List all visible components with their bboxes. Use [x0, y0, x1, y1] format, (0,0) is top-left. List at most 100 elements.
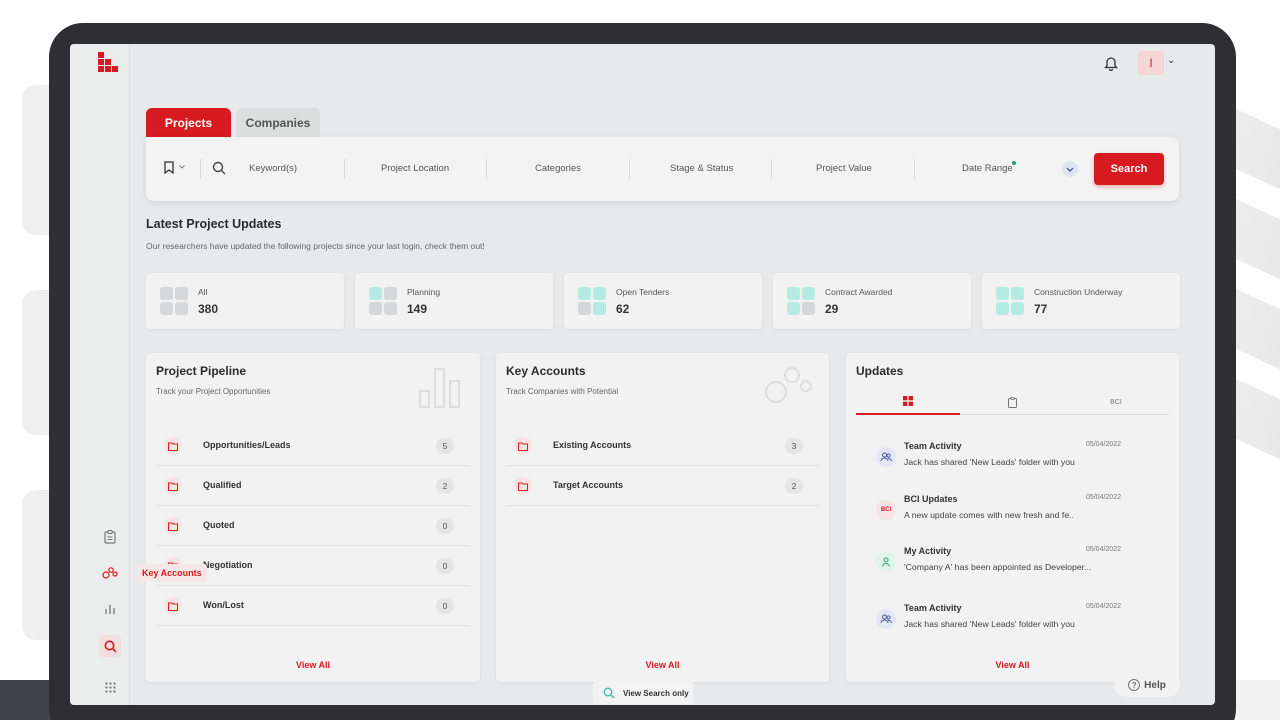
- tab-projects[interactable]: Projects: [146, 108, 231, 138]
- update-title: My Activity: [904, 546, 952, 556]
- avatar[interactable]: I: [1138, 51, 1164, 75]
- update-item[interactable]: Team Activity 05/04/2022 Jack has shared…: [876, 441, 1121, 485]
- divider: [771, 159, 772, 179]
- stat-grid-icon: [369, 287, 397, 315]
- stat-card-open-tenders[interactable]: Open Tenders 62: [564, 273, 762, 329]
- update-date: 05/04/2022: [1085, 546, 1121, 553]
- app-screen: I ⌄ Projects Companies Keyword(s) Projec…: [70, 44, 1215, 705]
- stat-label: Open Tenders: [616, 287, 670, 297]
- update-text: A new update comes with new fresh and fe…: [904, 510, 1074, 520]
- stat-card-planning[interactable]: Planning 149: [355, 273, 553, 329]
- count-badge: 0: [436, 598, 454, 614]
- count-badge: 0: [436, 558, 454, 574]
- project-value-filter[interactable]: Project Value: [816, 163, 872, 174]
- help-icon: ?: [1128, 679, 1141, 691]
- stat-value: 77: [1034, 302, 1048, 316]
- update-item[interactable]: Team Activity 05/04/2022 Jack has shared…: [876, 603, 1121, 647]
- update-title: Team Activity: [904, 603, 962, 613]
- brand-logo[interactable]: [98, 52, 122, 76]
- team-icon: [876, 609, 896, 629]
- search-button[interactable]: Search: [1094, 153, 1164, 185]
- chevron-down-icon: [1066, 167, 1074, 172]
- update-text: Jack has shared 'New Leads' folder with …: [904, 457, 1075, 467]
- update-text: Jack has shared 'New Leads' folder with …: [904, 619, 1075, 629]
- count-badge: 3: [785, 438, 803, 454]
- view-all-link[interactable]: View All: [846, 660, 1179, 670]
- key-accounts-icon[interactable]: [99, 562, 121, 584]
- stat-card-construction-underway[interactable]: Construction Underway 77: [982, 273, 1180, 329]
- view-all-link[interactable]: View All: [146, 660, 480, 670]
- status-dot: [1012, 161, 1016, 165]
- help-label: Help: [1144, 679, 1166, 691]
- folder-icon: [164, 597, 182, 615]
- update-item[interactable]: BCI BCI Updates 05/04/2022 A new update …: [876, 494, 1121, 538]
- view-search-label: View Search only: [623, 688, 689, 698]
- stat-label: All: [198, 287, 208, 297]
- divider: [200, 159, 201, 179]
- card-subtitle: Track Companies with Potential: [506, 387, 619, 396]
- list-item-label: Existing Accounts: [553, 440, 632, 450]
- stat-value: 29: [825, 302, 839, 316]
- apps-grid-icon[interactable]: [99, 676, 121, 698]
- bar-chart-icon[interactable]: [99, 598, 121, 620]
- keyword-input[interactable]: Keyword(s): [249, 163, 297, 174]
- tab-companies[interactable]: Companies: [236, 108, 320, 138]
- list-item[interactable]: Opportunities/Leads 5: [156, 426, 470, 466]
- update-date: 05/04/2022: [1085, 441, 1121, 448]
- divider: [486, 159, 487, 179]
- categories-filter[interactable]: Categories: [535, 163, 581, 174]
- view-search-only-button[interactable]: View Search only: [593, 682, 693, 704]
- bookmark-dropdown[interactable]: [164, 161, 186, 177]
- project-location-filter[interactable]: Project Location: [381, 163, 449, 174]
- update-item[interactable]: My Activity 05/04/2022 'Company A' has b…: [876, 546, 1121, 590]
- grid-icon: [903, 396, 913, 406]
- notification-bell-icon[interactable]: [1103, 55, 1119, 72]
- list-item[interactable]: Qualified 2: [156, 466, 470, 506]
- bci-badge: BCI: [876, 500, 896, 520]
- view-all-link[interactable]: View All: [496, 660, 829, 670]
- team-icon: [876, 447, 896, 467]
- search-icon: [603, 687, 615, 699]
- card-title: Key Accounts: [506, 364, 586, 378]
- user-icon: [876, 552, 896, 572]
- tab-bci-updates[interactable]: BCI: [1064, 389, 1168, 415]
- help-button[interactable]: ? Help: [1114, 673, 1180, 697]
- date-range-filter[interactable]: Date Range: [962, 163, 1013, 174]
- card-title: Updates: [856, 364, 904, 378]
- stat-card-all[interactable]: All 380: [146, 273, 344, 329]
- updates-card: Updates BCI Team Activity 05/04/2022 Jac…: [846, 353, 1179, 682]
- tab-all-updates[interactable]: [856, 389, 960, 415]
- tab-my-updates[interactable]: [960, 389, 1064, 415]
- key-accounts-card: Key Accounts Track Companies with Potent…: [496, 353, 829, 682]
- list-item[interactable]: Existing Accounts 3: [506, 426, 819, 466]
- count-badge: 2: [436, 478, 454, 494]
- chevron-down-icon[interactable]: ⌄: [1167, 55, 1175, 66]
- update-text: 'Company A' has been appointed as Develo…: [904, 562, 1092, 572]
- list-item-label: Target Accounts: [553, 480, 624, 490]
- list-item-label: Quoted: [203, 520, 235, 530]
- folder-icon: [164, 437, 182, 455]
- list-item[interactable]: Won/Lost 0: [156, 586, 470, 626]
- clipboard-icon[interactable]: [99, 526, 121, 548]
- list-item-label: Negotiation: [203, 560, 253, 570]
- latest-updates-title: Latest Project Updates: [146, 217, 282, 231]
- card-subtitle: Track your Project Opportunities: [156, 387, 271, 396]
- list-item[interactable]: Quoted 0: [156, 506, 470, 546]
- key-accounts-tooltip: Key Accounts: [137, 564, 207, 582]
- bar-chart-icon: [419, 368, 460, 408]
- folder-icon: [164, 477, 182, 495]
- folder-icon: [514, 477, 532, 495]
- search-bar: Keyword(s) Project Location Categories S…: [146, 137, 1179, 201]
- search-icon[interactable]: [99, 635, 121, 657]
- stat-card-contract-awarded[interactable]: Contract Awarded 29: [773, 273, 971, 329]
- divider: [629, 159, 630, 179]
- project-pipeline-card: Project Pipeline Track your Project Oppo…: [146, 353, 480, 682]
- clipboard-icon: [1007, 396, 1017, 408]
- list-item-label: Qualified: [203, 480, 242, 490]
- list-item[interactable]: Target Accounts 2: [506, 466, 819, 506]
- stat-grid-icon: [160, 287, 188, 315]
- bookmark-icon: [164, 161, 174, 175]
- latest-updates-subtitle: Our researchers have updated the followi…: [146, 241, 485, 251]
- expand-filters-button[interactable]: [1062, 161, 1078, 177]
- stage-status-filter[interactable]: Stage & Status: [670, 163, 733, 174]
